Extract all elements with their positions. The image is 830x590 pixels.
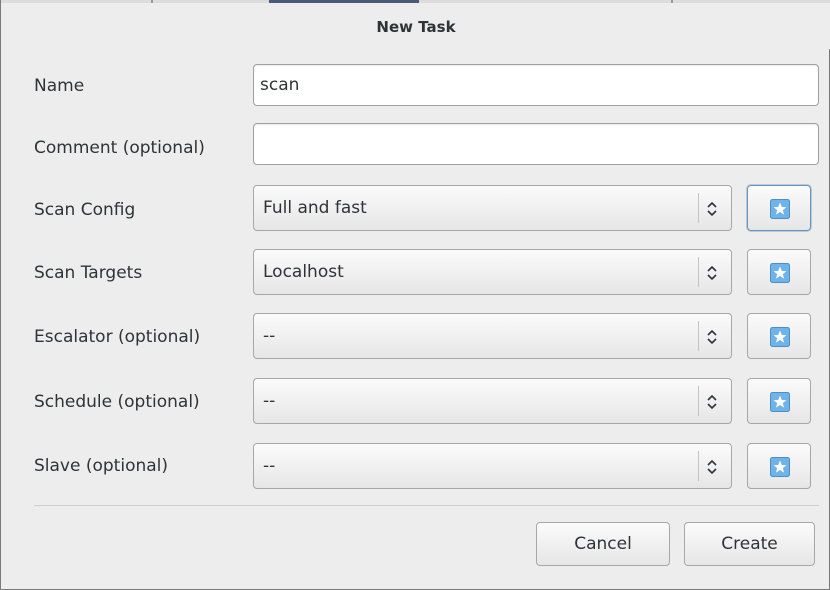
scan-targets-value: Localhost [263,262,344,282]
schedule-select[interactable]: -- [253,378,732,424]
up-down-arrows-icon [707,265,717,281]
scan-config-label: Scan Config [34,200,136,220]
combo-separator [698,386,699,416]
up-down-arrows-icon [707,394,717,410]
new-scan-target-button[interactable] [747,249,811,295]
new-scan-config-button[interactable] [747,185,811,231]
scan-config-value: Full and fast [263,198,367,218]
combo-separator [698,321,699,351]
slave-label: Slave (optional) [34,456,169,476]
dialog-window: New Task Name scan Comment (optional) Sc… [0,0,830,590]
star-icon [770,457,790,477]
new-schedule-button[interactable] [747,378,811,424]
slave-select[interactable]: -- [253,443,732,489]
comment-input[interactable] [253,123,819,165]
up-down-arrows-icon [707,329,717,345]
cancel-button[interactable]: Cancel [536,522,670,566]
combo-separator [698,257,699,287]
combo-separator [698,193,699,223]
title-bar: New Task [2,3,830,49]
name-input[interactable]: scan [253,64,819,106]
dialog-title: New Task [376,18,456,36]
schedule-value: -- [263,391,276,411]
escalator-select[interactable]: -- [253,313,732,359]
new-slave-button[interactable] [747,443,811,489]
star-icon [770,327,790,347]
name-label: Name [34,76,85,96]
create-button[interactable]: Create [684,522,815,566]
comment-label: Comment (optional) [34,138,205,158]
combo-separator [698,451,699,481]
up-down-arrows-icon [707,459,717,475]
scan-targets-label: Scan Targets [34,263,143,283]
escalator-value: -- [263,326,276,346]
new-escalator-button[interactable] [747,313,811,359]
star-icon [770,263,790,283]
slave-value: -- [263,456,276,476]
scan-config-select[interactable]: Full and fast [253,185,732,231]
action-area-divider [34,505,819,506]
up-down-arrows-icon [707,201,717,217]
star-icon [770,199,790,219]
schedule-label: Schedule (optional) [34,392,200,412]
escalator-label: Escalator (optional) [34,327,201,347]
scan-targets-select[interactable]: Localhost [253,249,732,295]
star-icon [770,392,790,412]
